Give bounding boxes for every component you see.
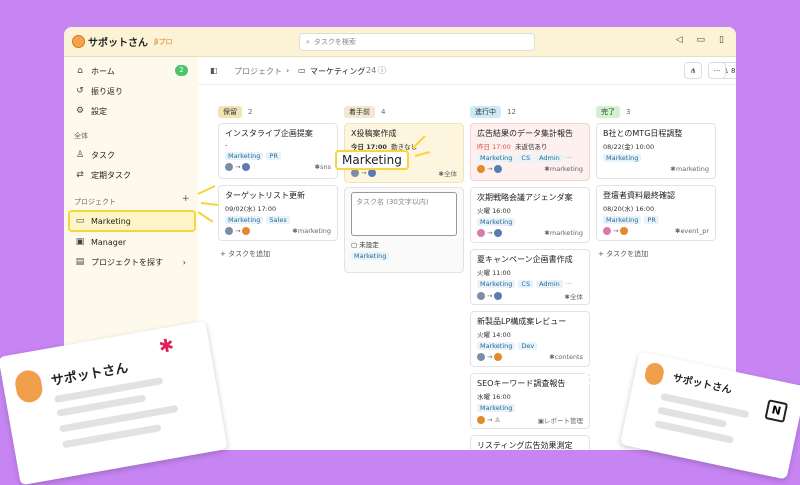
character-avatar <box>13 368 45 405</box>
character-avatar <box>643 361 666 387</box>
notion-logo-icon: N <box>764 399 789 423</box>
promo-title: サポットさん <box>671 372 733 397</box>
slack-logo-icon: ✱ <box>157 334 176 358</box>
